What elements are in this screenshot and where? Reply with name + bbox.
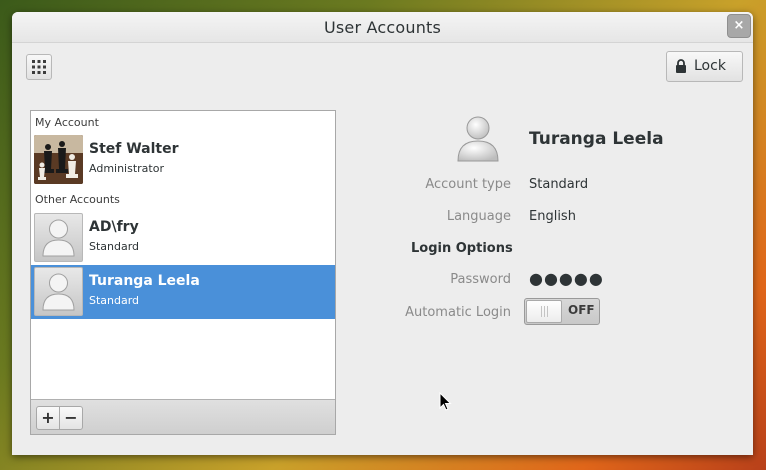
generic-user-icon xyxy=(34,267,83,316)
automatic-login-label: Automatic Login xyxy=(405,305,511,320)
account-role: Administrator xyxy=(89,162,164,175)
login-options-header: Login Options xyxy=(411,241,513,256)
account-row-ad-fry[interactable]: AD\fry Standard xyxy=(31,211,335,265)
close-button[interactable]: × xyxy=(727,14,751,38)
account-role: Standard xyxy=(89,240,140,253)
account-row-turanga-leela[interactable]: Turanga Leela Standard xyxy=(31,265,335,319)
app-grid-button[interactable] xyxy=(26,54,52,80)
account-type-value[interactable]: Standard xyxy=(529,177,588,192)
detail-avatar-icon[interactable] xyxy=(454,113,502,163)
remove-user-button[interactable]: − xyxy=(59,406,83,430)
window-title: User Accounts xyxy=(323,18,442,37)
user-accounts-window: User Accounts × Lock My Account Stef Wal… xyxy=(12,12,753,455)
language-label: Language xyxy=(446,209,511,224)
detail-user-name[interactable]: Turanga Leela xyxy=(529,129,664,149)
title-bar[interactable]: User Accounts × xyxy=(12,12,753,43)
password-value[interactable]: ●●●●● xyxy=(529,269,604,288)
lock-button[interactable]: Lock xyxy=(666,51,743,82)
my-account-header: My Account xyxy=(35,116,99,129)
account-name: AD\fry xyxy=(89,219,139,235)
language-value[interactable]: English xyxy=(529,209,576,224)
accounts-list: My Account Stef Walter Administrator Oth… xyxy=(30,110,336,435)
other-accounts-header: Other Accounts xyxy=(35,193,120,206)
lock-button-label: Lock xyxy=(694,58,726,74)
automatic-login-toggle[interactable]: OFF xyxy=(524,298,600,325)
toggle-state-label: OFF xyxy=(568,303,595,317)
app-grid-icon xyxy=(32,60,46,74)
account-row-stef-walter[interactable]: Stef Walter Administrator xyxy=(31,133,335,187)
padlock-icon xyxy=(676,59,686,73)
account-role: Standard xyxy=(89,294,140,307)
toggle-knob[interactable] xyxy=(526,300,562,323)
chess-pieces-photo xyxy=(34,135,83,184)
account-type-label: Account type xyxy=(425,177,511,192)
mouse-pointer-icon xyxy=(439,392,452,411)
account-name: Turanga Leela xyxy=(89,273,200,289)
password-label: Password xyxy=(450,272,511,287)
account-name: Stef Walter xyxy=(89,141,179,157)
generic-user-icon xyxy=(34,213,83,262)
add-user-button[interactable]: + xyxy=(36,406,60,430)
accounts-list-toolbar: + − xyxy=(31,399,335,434)
